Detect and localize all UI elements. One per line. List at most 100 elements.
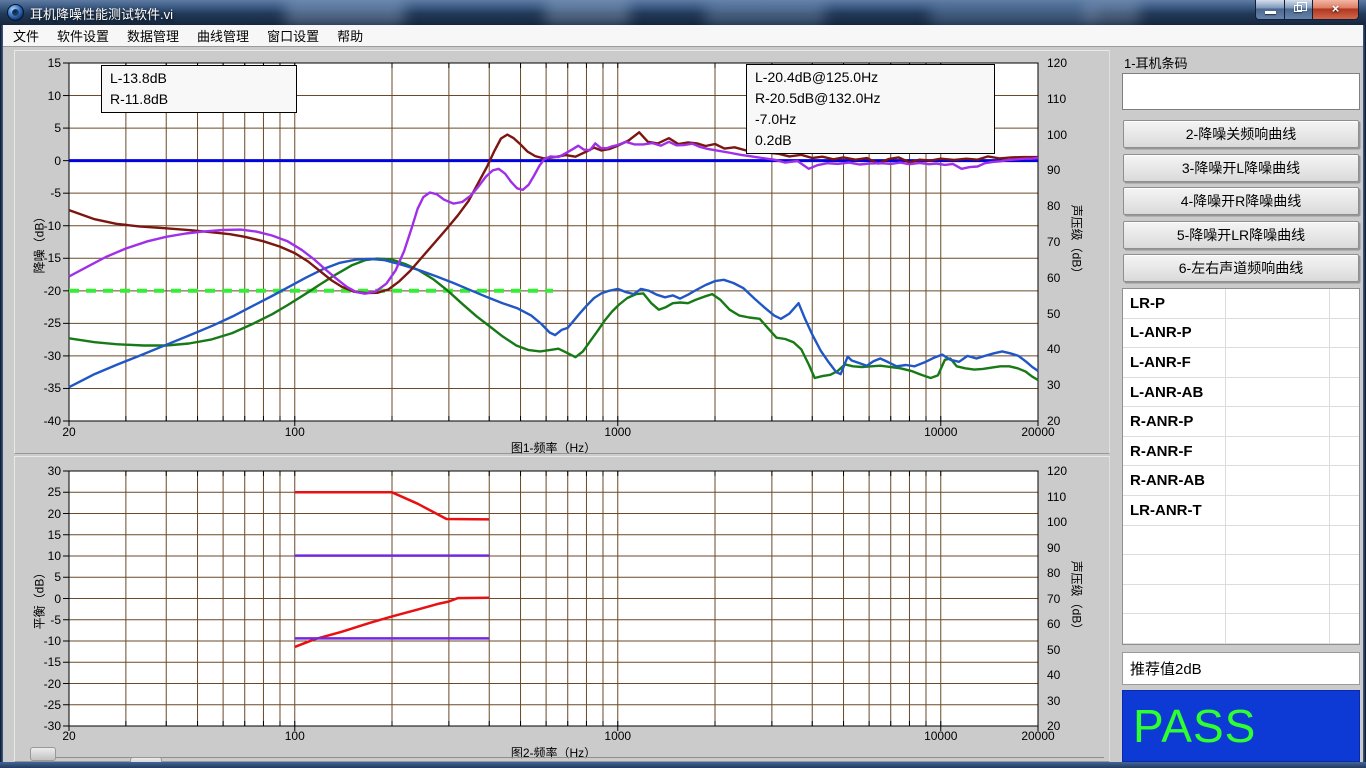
list-cell (1226, 348, 1330, 377)
y-left-tick-label: 25 (15, 485, 61, 499)
list-cell (1226, 289, 1330, 318)
window-border (0, 25, 3, 762)
x-tick-label: 20000 (1021, 729, 1054, 743)
list-cell (1123, 585, 1226, 614)
list-cell (1330, 407, 1359, 436)
y-right-tick-label: 30 (1047, 378, 1060, 392)
list-cell (1226, 526, 1330, 555)
list-cell (1123, 555, 1226, 584)
chart-balance: 302520151050-5-10-15-20-25-3012011010090… (14, 456, 1110, 762)
window-border (0, 762, 1366, 768)
list-cell (1330, 496, 1359, 525)
list-row[interactable]: R-ANR-F (1123, 437, 1359, 467)
list-cell (1226, 496, 1330, 525)
y-left-tick-label: 10 (15, 549, 61, 563)
y-right-tick-label: 120 (1047, 56, 1067, 70)
y-right-tick-label: 120 (1047, 464, 1067, 478)
y-left-tick-label: -20 (15, 284, 61, 298)
x-tick-label: 1000 (604, 425, 631, 439)
annotation-line: L-13.8dB (110, 68, 288, 89)
scrollbar-nub[interactable] (30, 747, 56, 761)
y-right-tick-label: 100 (1047, 515, 1067, 529)
measure-button-4[interactable]: 4-降噪开R降噪曲线 (1123, 187, 1359, 215)
list-cell (1123, 526, 1226, 555)
list-row[interactable] (1123, 526, 1359, 556)
x-axis-title: 图2-频率（Hz） (69, 744, 1038, 761)
list-cell (1226, 407, 1330, 436)
y-right-tick-label: 60 (1047, 271, 1060, 285)
y-right-tick-label: 60 (1047, 617, 1060, 631)
y-left-tick-label: -35 (15, 381, 61, 395)
y-left-tick-label: -30 (15, 349, 61, 363)
menu-item-5[interactable]: 窗口设置 (260, 24, 326, 47)
y-right-tick-label: 80 (1047, 566, 1060, 580)
list-row[interactable]: LR-P (1123, 289, 1359, 319)
y-left-tick-label: -10 (15, 634, 61, 648)
list-cell (1330, 614, 1359, 643)
panel-bottom-shadow (50, 757, 1104, 758)
menu-item-3[interactable]: 数据管理 (120, 24, 186, 47)
list-row[interactable] (1123, 585, 1359, 615)
app-window: 耳机降噪性能测试软件.vi × 文件软件设置数据管理曲线管理窗口设置帮助 151… (0, 0, 1366, 768)
barcode-input[interactable] (1122, 73, 1360, 110)
measure-button-3[interactable]: 3-降噪开L降噪曲线 (1123, 154, 1359, 182)
minimize-icon (1265, 11, 1276, 14)
y-right-tick-label: 90 (1047, 541, 1060, 555)
result-list[interactable]: LR-PL-ANR-PL-ANR-FL-ANR-ABR-ANR-PR-ANR-F… (1122, 288, 1360, 645)
list-cell (1330, 555, 1359, 584)
pass-fail-text: PASS (1133, 699, 1256, 753)
list-cell (1330, 585, 1359, 614)
menu-item-6[interactable]: 帮助 (330, 24, 370, 47)
annotation-peak-summary: L-20.4dB@125.0HzR-20.5dB@132.0Hz-7.0Hz0.… (746, 64, 995, 154)
plot-area[interactable] (63, 471, 1038, 732)
list-row[interactable] (1123, 614, 1359, 644)
measure-button-6[interactable]: 6-左右声道频响曲线 (1123, 254, 1359, 282)
measure-button-2[interactable]: 2-降噪关频响曲线 (1123, 120, 1359, 148)
pass-fail-indicator: PASS (1122, 690, 1360, 762)
y-right-tick-label: 70 (1047, 235, 1060, 249)
y-right-tick-label: 110 (1047, 92, 1066, 106)
list-row[interactable] (1123, 555, 1359, 585)
list-cell: LR-ANR-T (1123, 496, 1226, 525)
y-left-tick-label: -5 (15, 186, 61, 200)
y-left-tick-label: 0 (15, 154, 61, 168)
restore-icon (1294, 5, 1302, 12)
restore-button[interactable] (1285, 0, 1313, 20)
y-left-tick-label: 15 (15, 56, 61, 70)
measure-button-5[interactable]: 5-降噪开LR降噪曲线 (1123, 221, 1359, 249)
y-left-tick-label: -15 (15, 655, 61, 669)
annotation-line: -7.0Hz (755, 109, 986, 130)
app-icon (7, 4, 24, 21)
list-row[interactable]: R-ANR-AB (1123, 466, 1359, 496)
list-row[interactable]: LR-ANR-T (1123, 496, 1359, 526)
glass-reflection (705, 0, 825, 25)
list-row[interactable]: R-ANR-P (1123, 407, 1359, 437)
y-right-tick-label: 30 (1047, 694, 1060, 708)
x-tick-label: 20000 (1021, 425, 1054, 439)
list-row[interactable]: L-ANR-F (1123, 348, 1359, 378)
barcode-label: 1-耳机条码 (1124, 53, 1188, 72)
list-cell (1330, 466, 1359, 495)
annotation-line: R-20.5dB@132.0Hz (755, 88, 986, 109)
close-button[interactable]: × (1313, 0, 1359, 20)
y-right-tick-label: 40 (1047, 668, 1060, 682)
close-icon: × (1313, 1, 1358, 16)
menu-item-2[interactable]: 软件设置 (50, 24, 116, 47)
y-left-axis-title: 降噪（dB） (31, 211, 48, 274)
minimize-button[interactable] (1255, 0, 1285, 20)
list-cell (1330, 378, 1359, 407)
menu-item-4[interactable]: 曲线管理 (190, 24, 256, 47)
annotation-line: R-11.8dB (110, 89, 288, 110)
list-cell (1226, 466, 1330, 495)
chart-noise-reduction: 151050-5-10-15-20-25-30-35-4012011010090… (14, 50, 1110, 454)
list-row[interactable]: L-ANR-P (1123, 319, 1359, 349)
list-cell (1330, 437, 1359, 466)
y-right-axis-title: 声压级（dB） (1069, 561, 1086, 636)
menu-item-1[interactable]: 文件 (6, 24, 46, 47)
y-left-axis-title: 平衡（dB） (31, 567, 48, 630)
glass-reflection (285, 0, 405, 25)
list-cell (1226, 437, 1330, 466)
y-left-tick-label: -20 (15, 677, 61, 691)
glass-reflection (1085, 0, 1140, 25)
list-row[interactable]: L-ANR-AB (1123, 378, 1359, 408)
